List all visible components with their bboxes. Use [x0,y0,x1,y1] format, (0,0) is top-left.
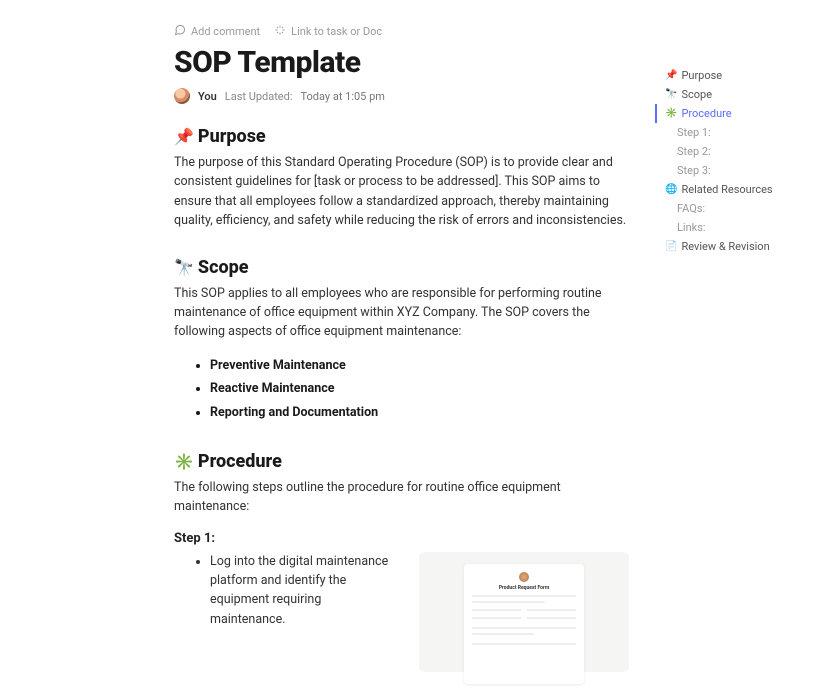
purpose-body: The purpose of this Standard Operating P… [174,153,629,231]
meta-row: You Last Updated: Today at 1:05 pm [174,88,629,104]
updated-value: Today at 1:05 pm [301,90,385,103]
form-card: Product Request Form [464,564,584,684]
outline-item[interactable]: Step 3: [655,161,815,180]
heading-scope: 🔭 Scope [174,257,629,278]
outline-label: Scope [681,88,712,101]
updated-label: Last Updated: [225,90,293,103]
outline-label: Step 1: [677,126,711,139]
outline-emoji-icon: ✳️ [665,108,677,119]
pushpin-icon: 📌 [174,127,194,146]
doc-toolbar: Add comment Link to task or Doc [174,24,629,39]
step1-label: Step 1: [174,531,629,546]
outline-item[interactable]: 🔭 Scope [655,85,815,104]
outline-label: FAQs: [677,202,705,215]
avatar[interactable] [174,88,190,104]
outline-emoji-icon: 🌐 [665,184,677,195]
scope-body: This SOP applies to all employees who ar… [174,284,629,342]
outline-item[interactable]: Links: [655,218,815,237]
outline-item[interactable]: Step 1: [655,123,815,142]
form-avatar-icon [519,572,529,582]
section-procedure: ✳️ Procedure The following steps outline… [174,451,629,672]
comment-icon [174,24,186,39]
heading-purpose: 📌 Purpose [174,126,629,147]
outline-sidebar: 📌 Purpose 🔭 Scope ✳️ Procedure Step 1: Step 2: S… [655,66,815,256]
heading-purpose-text: Purpose [198,126,266,147]
outline-item[interactable]: 📌 Purpose [655,66,815,85]
step1-text: Log into the digital maintenance platfor… [210,552,391,630]
outline-item[interactable]: FAQs: [655,199,815,218]
asterisk-icon: ✳️ [174,452,194,471]
sparkle-icon [274,24,286,39]
step1-row: Log into the digital maintenance platfor… [174,552,629,672]
outline-label: Purpose [681,69,722,82]
scope-list: Preventive Maintenance Reactive Maintena… [174,354,629,425]
outline-label: Procedure [681,107,731,120]
outline-label: Related Resources [681,183,772,196]
list-item: Reactive Maintenance [210,377,629,401]
list-item: Reporting and Documentation [210,401,629,425]
section-purpose: 📌 Purpose The purpose of this Standard O… [174,126,629,231]
heading-procedure: ✳️ Procedure [174,451,629,472]
outline-item[interactable]: 🌐 Related Resources [655,180,815,199]
outline-item[interactable]: 📄 Review & Revision [655,237,815,256]
outline-emoji-icon: 📄 [665,241,677,252]
outline-item[interactable]: ✳️ Procedure [655,104,815,123]
page-title: SOP Template [174,45,629,80]
link-to-label: Link to task or Doc [291,25,382,38]
outline-label: Review & Revision [681,240,769,253]
outline-emoji-icon: 🔭 [665,89,677,100]
add-comment-button[interactable]: Add comment [174,24,260,39]
author-name[interactable]: You [198,90,217,103]
form-preview[interactable]: Product Request Form [419,552,629,672]
outline-item[interactable]: Step 2: [655,142,815,161]
procedure-body: The following steps outline the procedur… [174,478,629,517]
outline-label: Step 3: [677,164,711,177]
document-main: Add comment Link to task or Doc SOP Temp… [174,24,629,698]
form-card-title: Product Request Form [472,585,576,591]
telescope-icon: 🔭 [174,258,194,277]
outline-emoji-icon: 📌 [665,70,677,81]
heading-scope-text: Scope [198,257,249,278]
add-comment-label: Add comment [191,25,260,38]
outline-label: Links: [677,221,706,234]
list-item: Preventive Maintenance [210,354,629,378]
link-to-button[interactable]: Link to task or Doc [274,24,382,39]
outline-label: Step 2: [677,145,711,158]
step1-text-wrap: Log into the digital maintenance platfor… [174,552,391,630]
heading-procedure-text: Procedure [198,451,282,472]
section-scope: 🔭 Scope This SOP applies to all employee… [174,257,629,425]
